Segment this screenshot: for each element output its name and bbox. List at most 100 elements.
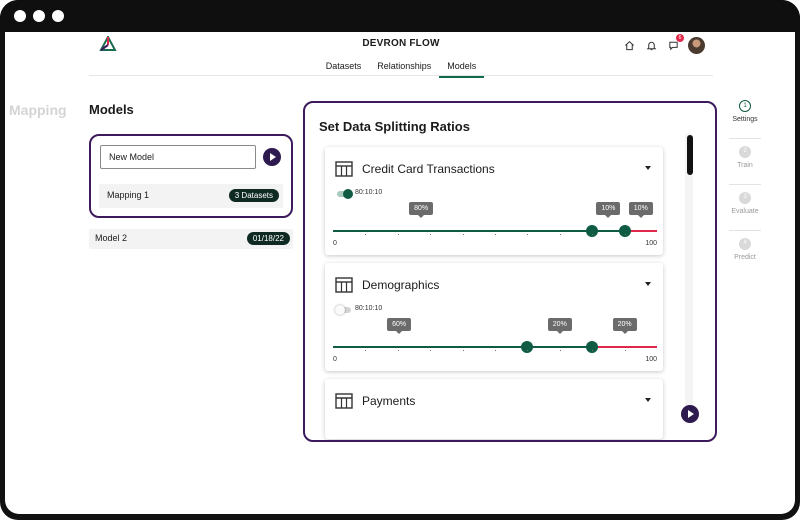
toggle-knob (343, 189, 353, 199)
dataset-name: Payments (362, 394, 416, 408)
table-icon (335, 161, 353, 177)
app-window: DEVRON FLOW 6 Datasets Relationships Mod… (0, 0, 800, 520)
chevron-down-icon[interactable] (645, 166, 651, 170)
models-heading: Models (89, 102, 134, 117)
step-predict[interactable]: 4 Predict (727, 238, 763, 261)
window-dot-minimize[interactable] (33, 10, 45, 22)
slider-track-test (592, 346, 657, 348)
step-number: 3 (739, 192, 751, 204)
step-label: Evaluate (731, 208, 759, 215)
slider-handle-validation[interactable] (618, 225, 631, 237)
slider-track-validation (527, 346, 593, 348)
slider-tick (397, 350, 399, 351)
slider-tick (592, 234, 594, 235)
slider-track-train (333, 230, 593, 232)
app-header: DEVRON FLOW 6 Datasets Relationships Mod… (89, 32, 713, 78)
table-icon (335, 277, 353, 293)
panel-scrollbar-thumb[interactable] (687, 135, 693, 175)
slider-track-train (333, 346, 528, 348)
home-icon[interactable] (622, 38, 636, 52)
split-label-train: 80% (409, 202, 434, 218)
slider-tick (592, 350, 594, 351)
dataset-card-payments: Payments (325, 379, 663, 439)
default-split-toggle[interactable] (337, 189, 353, 199)
run-model-button[interactable] (263, 148, 281, 166)
chevron-down-icon[interactable] (645, 282, 651, 286)
toggle-knob (335, 305, 345, 315)
dataset-name: Credit Card Transactions (362, 162, 495, 176)
notification-badge: 6 (676, 34, 684, 42)
scale-max-label: 100 (645, 356, 657, 363)
slider-tick (624, 234, 626, 235)
tab-datasets[interactable]: Datasets (318, 59, 370, 78)
default-split-label: 80:10:10 (355, 305, 383, 312)
model-list-item-label: Model 2 (95, 233, 128, 243)
slider-handle-train[interactable] (586, 225, 599, 237)
app-viewport: DEVRON FLOW 6 Datasets Relationships Mod… (5, 32, 795, 514)
slider-tick (527, 350, 529, 351)
step-number: 2 (739, 146, 751, 158)
window-dot-maximize[interactable] (52, 10, 64, 22)
mapping-row-label: Mapping 1 (107, 190, 150, 200)
step-divider (729, 230, 761, 231)
slider-tick (559, 234, 561, 235)
avatar[interactable] (688, 36, 705, 54)
window-dot-close[interactable] (14, 10, 26, 22)
chevron-down-icon[interactable] (645, 398, 651, 402)
chat-icon[interactable]: 6 (666, 34, 684, 52)
datasets-count-badge: 3 Datasets (228, 189, 279, 202)
slider-tick (559, 350, 561, 351)
scale-max-label: 100 (645, 240, 657, 247)
step-divider (729, 138, 761, 139)
slider-tick (365, 234, 367, 235)
step-evaluate[interactable]: 3 Evaluate (727, 192, 763, 215)
run-training-button[interactable] (681, 405, 699, 423)
bell-icon[interactable] (644, 38, 658, 52)
step-settings[interactable]: 1 Settings (727, 100, 763, 123)
slider-tick (624, 350, 626, 351)
slider-tick (495, 350, 496, 351)
mapping-row[interactable]: Mapping 1 3 Datasets (99, 184, 283, 208)
scale-min-label: 0 (333, 240, 337, 247)
step-number: 4 (739, 238, 751, 250)
step-number: 1 (739, 100, 751, 112)
play-icon (270, 153, 276, 161)
slider-tick (495, 234, 496, 235)
split-slider[interactable]: 60% 20% 20% 0 100 (333, 318, 657, 366)
tab-relationships[interactable]: Relationships (369, 59, 439, 78)
dataset-card-header[interactable]: Demographics (335, 277, 439, 293)
model-date-badge: 01/18/22 (246, 232, 290, 245)
dataset-card-header[interactable]: Payments (335, 393, 415, 409)
tab-models[interactable]: Models (439, 59, 485, 78)
model-list-item[interactable]: Model 2 01/18/22 (89, 229, 293, 249)
slider-tick (462, 234, 464, 235)
split-slider[interactable]: 80% 10% 10% 0 100 (333, 202, 657, 250)
app-title: DEVRON FLOW (362, 38, 440, 49)
slider-tick (527, 234, 529, 235)
data-splitting-panel: Set Data Splitting Ratios Credit Card Tr… (303, 101, 717, 442)
step-train[interactable]: 2 Train (727, 146, 763, 169)
slider-handle-train[interactable] (521, 341, 534, 353)
dataset-name: Demographics (362, 278, 440, 292)
split-label-test: 20% (612, 318, 637, 334)
step-label: Predict (734, 254, 756, 261)
step-label: Train (737, 162, 753, 169)
header-actions: 6 (622, 34, 705, 54)
default-split-toggle[interactable] (335, 305, 351, 315)
split-label-train: 60% (387, 318, 412, 334)
default-split-label: 80:10:10 (355, 189, 383, 196)
model-name-input[interactable] (100, 145, 256, 169)
slider-tick (397, 234, 399, 235)
scale-min-label: 0 (333, 356, 337, 363)
slider-handle-validation[interactable] (586, 341, 599, 353)
window-titlebar (0, 0, 800, 32)
dataset-card-credit-card: Credit Card Transactions 80:10:10 80% 10… (325, 147, 663, 255)
mapping-section-label[interactable]: Mapping (9, 102, 67, 118)
dataset-card-demographics: Demographics 80:10:10 60% 20% 20% 0 100 (325, 263, 663, 371)
table-icon (335, 393, 353, 409)
panel-title: Set Data Splitting Ratios (319, 119, 470, 134)
split-label-validation: 10% (596, 202, 621, 218)
main-tabs: Datasets Relationships Models (89, 59, 713, 78)
dataset-card-header[interactable]: Credit Card Transactions (335, 161, 495, 177)
slider-tick (462, 350, 464, 351)
